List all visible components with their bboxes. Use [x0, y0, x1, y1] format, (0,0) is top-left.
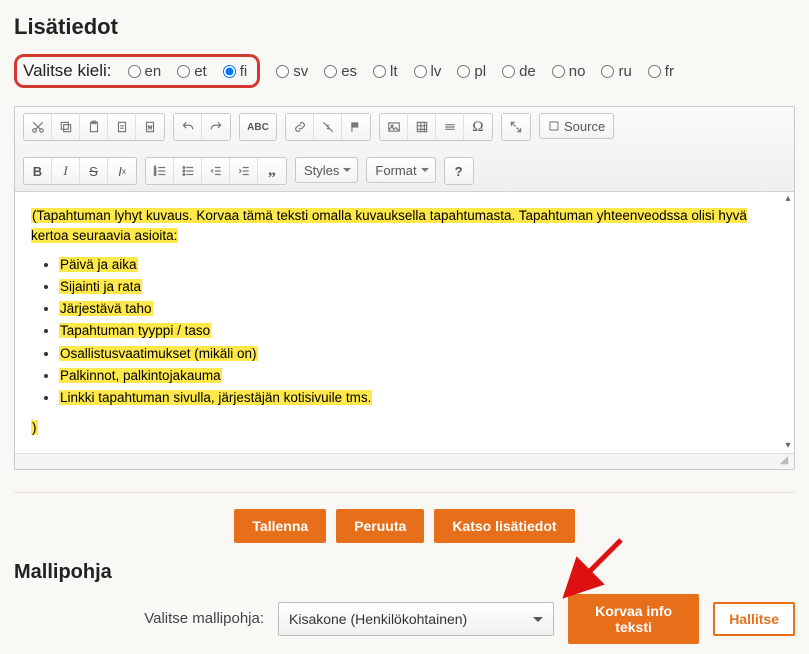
bold-icon[interactable]: B [24, 158, 52, 184]
indent-icon[interactable] [230, 158, 258, 184]
bullet-list-icon[interactable] [174, 158, 202, 184]
divider [14, 492, 795, 493]
italic-icon[interactable]: I [52, 158, 80, 184]
paste-text-icon[interactable] [108, 114, 136, 140]
editor-content-area[interactable]: ▴ (Tapahtuman lyhyt kuvaus. Korvaa tämä … [15, 192, 794, 453]
template-select[interactable]: Kisakone (Henkilökohtainen) [278, 602, 554, 636]
paste-word-icon[interactable] [136, 114, 164, 140]
specialchar-icon[interactable]: Ω [464, 114, 492, 140]
editor-toolbar: ABC Ω Source B I S Ix 123 [15, 107, 794, 192]
source-button[interactable]: Source [539, 113, 614, 139]
language-label: Valitse kieli: [23, 61, 112, 81]
lang-option-fi[interactable]: fi [223, 63, 248, 80]
replace-info-button[interactable]: Korvaa info teksti [568, 594, 699, 644]
maximize-icon[interactable] [502, 114, 530, 140]
preview-button[interactable]: Katso lisätiedot [434, 509, 574, 543]
lang-option-en[interactable]: en [128, 63, 162, 80]
scroll-up-icon[interactable]: ▴ [783, 194, 793, 204]
template-heading: Mallipohja [14, 561, 795, 584]
template-select-label: Valitse mallipohja: [14, 610, 264, 627]
lang-option-lt[interactable]: lt [373, 63, 398, 80]
strike-icon[interactable]: S [80, 158, 108, 184]
resize-handle[interactable] [15, 453, 794, 469]
save-button[interactable]: Tallenna [234, 509, 326, 543]
anchor-icon[interactable] [342, 114, 370, 140]
template-row: Valitse mallipohja: Kisakone (Henkilökoh… [14, 594, 795, 644]
remove-format-icon[interactable]: Ix [108, 158, 136, 184]
redo-icon[interactable] [202, 114, 230, 140]
lang-option-sv[interactable]: sv [276, 63, 308, 80]
manage-button[interactable]: Hallitse [713, 602, 795, 636]
table-icon[interactable] [408, 114, 436, 140]
format-dropdown[interactable]: Format [366, 157, 435, 183]
cut-icon[interactable] [24, 114, 52, 140]
unlink-icon[interactable] [314, 114, 342, 140]
styles-dropdown[interactable]: Styles [295, 157, 358, 183]
undo-icon[interactable] [174, 114, 202, 140]
help-icon[interactable]: ? [445, 158, 473, 184]
hr-icon[interactable] [436, 114, 464, 140]
svg-text:3: 3 [154, 173, 156, 177]
cancel-button[interactable]: Peruuta [336, 509, 424, 543]
lang-option-es[interactable]: es [324, 63, 357, 80]
language-selector: Valitse kieli: en et fi sv es lt lv pl d… [14, 54, 795, 88]
blockquote-icon[interactable]: „ [258, 158, 286, 184]
editor-intro-text: (Tapahtuman lyhyt kuvaus. Korvaa tämä te… [31, 208, 747, 243]
rich-text-editor: ABC Ω Source B I S Ix 123 [14, 106, 795, 470]
section-heading: Lisätiedot [14, 14, 795, 40]
editor-close-paren: ) [31, 420, 38, 435]
lang-option-et[interactable]: et [177, 63, 207, 80]
lang-option-no[interactable]: no [552, 63, 586, 80]
numbered-list-icon[interactable]: 123 [146, 158, 174, 184]
image-icon[interactable] [380, 114, 408, 140]
copy-icon[interactable] [52, 114, 80, 140]
outdent-icon[interactable] [202, 158, 230, 184]
lang-option-ru[interactable]: ru [601, 63, 631, 80]
scroll-down-icon[interactable]: ▾ [783, 441, 793, 451]
paste-icon[interactable] [80, 114, 108, 140]
lang-option-fr[interactable]: fr [648, 63, 674, 80]
language-highlight-box: Valitse kieli: en et fi [14, 54, 260, 88]
lang-option-pl[interactable]: pl [457, 63, 486, 80]
editor-bullet-list: Päivä ja aika Sijainti ja rata Järjestäv… [31, 255, 778, 409]
link-icon[interactable] [286, 114, 314, 140]
action-buttons: Tallenna Peruuta Katso lisätiedot [14, 509, 795, 543]
lang-option-lv[interactable]: lv [414, 63, 442, 80]
lang-option-de[interactable]: de [502, 63, 536, 80]
spellcheck-icon[interactable]: ABC [240, 114, 276, 140]
